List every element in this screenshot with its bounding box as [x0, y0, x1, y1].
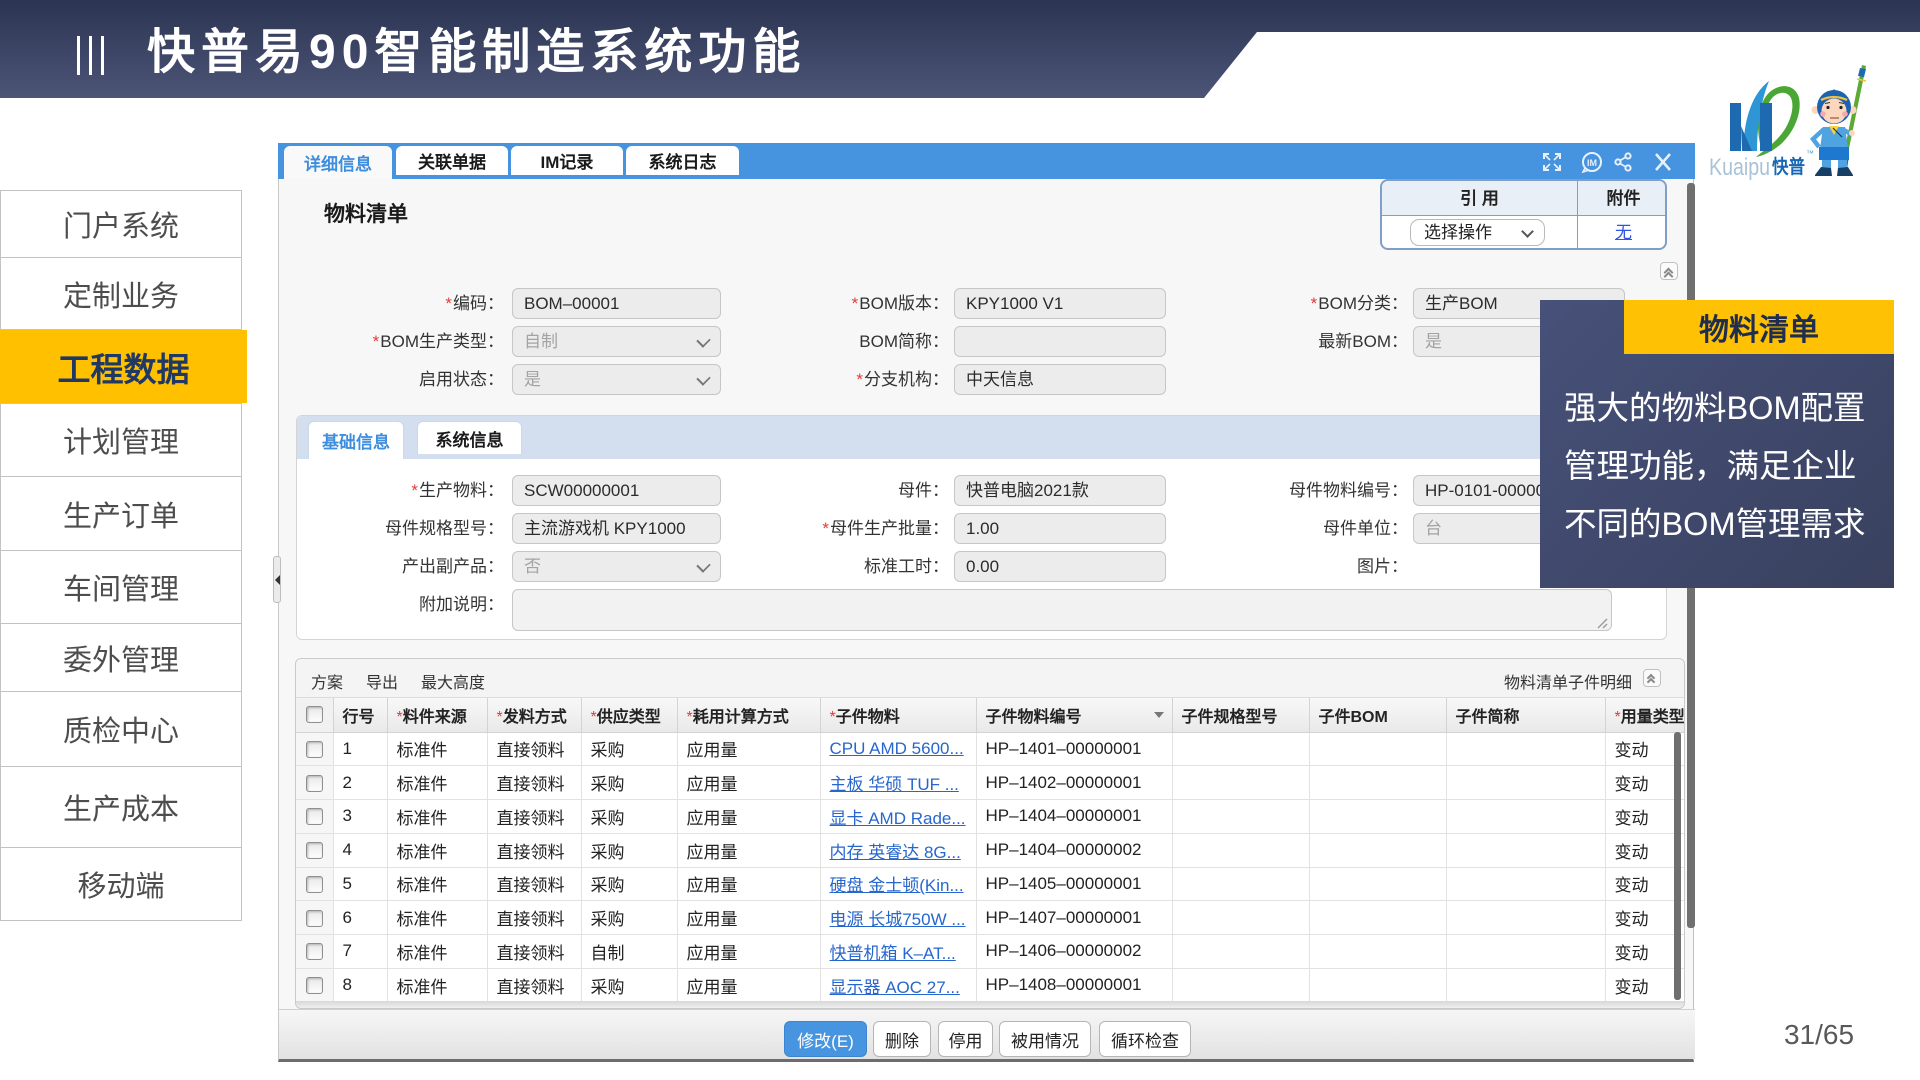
svg-text:快普: 快普	[1772, 155, 1805, 178]
svg-text:IM: IM	[1587, 158, 1597, 168]
svg-text:™: ™	[1806, 149, 1814, 158]
svg-text:Kuaipu: Kuaipu	[1709, 154, 1770, 181]
